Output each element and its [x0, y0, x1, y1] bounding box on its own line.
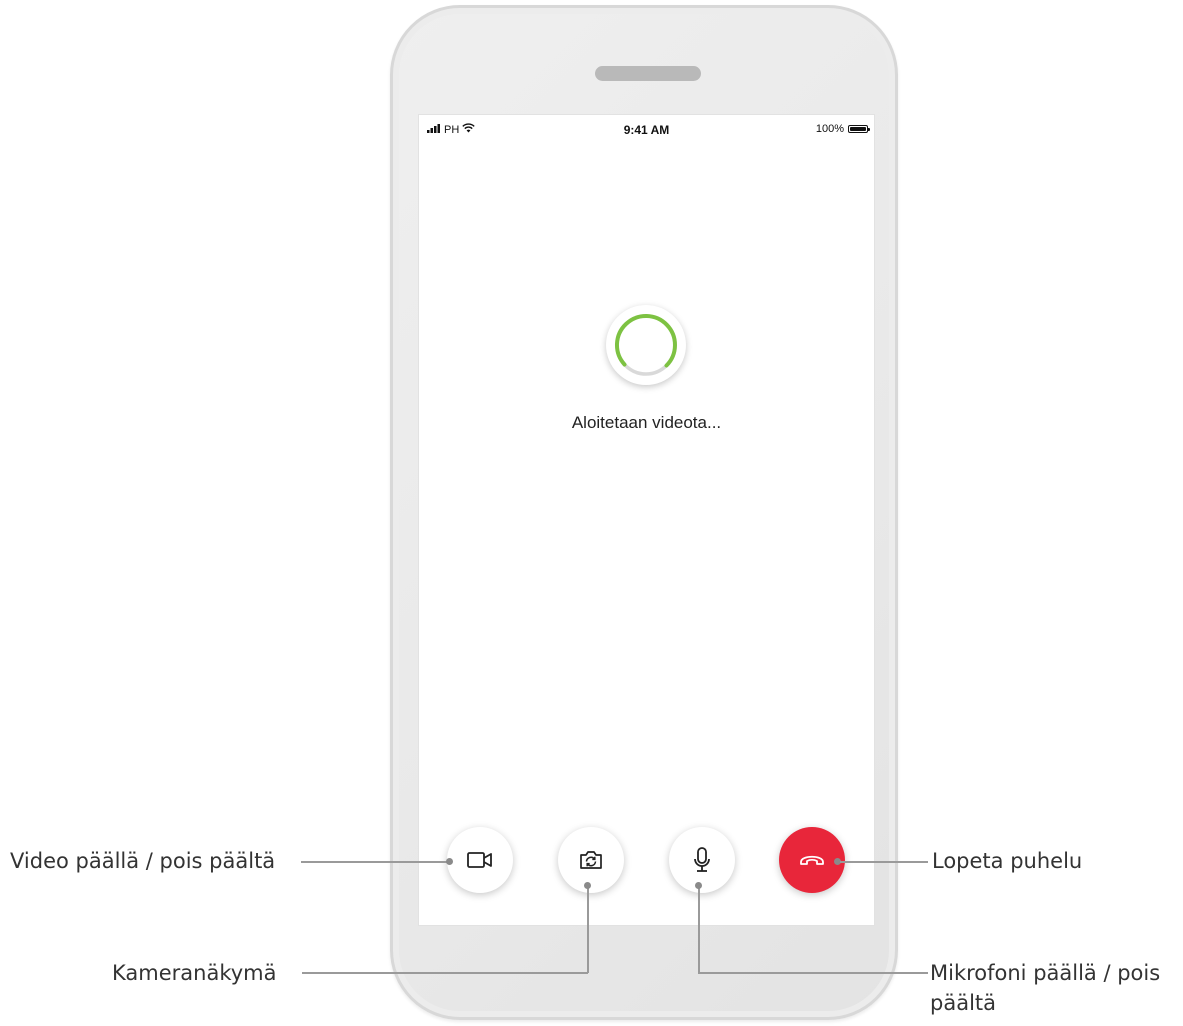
callout-end-line: [840, 861, 928, 863]
callout-mic-line-h: [698, 972, 928, 974]
camera-switch-icon: [580, 851, 602, 869]
camera-switch-button[interactable]: [558, 827, 624, 893]
video-toggle-button[interactable]: [447, 827, 513, 893]
video-camera-icon: [467, 852, 492, 868]
callout-mic-line-v: [698, 886, 700, 973]
callout-video-line: [301, 861, 449, 863]
status-right: 100%: [815, 123, 870, 135]
status-time: 9:41 AM: [623, 123, 670, 137]
microphone-icon: [694, 847, 710, 872]
phone-screen: PH 9:41 AM 100% Aloitetaan videota...: [418, 114, 875, 926]
battery-icon: [848, 125, 870, 133]
callout-mic-label-2: päältä: [930, 991, 997, 1015]
callout-video-dot: [446, 858, 453, 865]
phone-hangup-icon: [800, 855, 824, 865]
callout-camera-dot: [584, 882, 591, 889]
callout-camera-label: Kameranäkymä: [112, 961, 277, 985]
callout-camera-line-h: [302, 972, 588, 974]
microphone-toggle-button[interactable]: [669, 827, 735, 893]
phone-frame: PH 9:41 AM 100% Aloitetaan videota...: [390, 5, 898, 1020]
battery-percent: 100%: [815, 123, 844, 135]
spinner-icon: [614, 314, 677, 376]
phone-speaker: [595, 66, 701, 81]
callout-mic-label-1: Mikrofoni päällä / pois: [930, 961, 1161, 985]
callout-mic-dot: [695, 882, 702, 889]
callout-video-label: Video päällä / pois päältä: [10, 849, 276, 873]
status-bar: PH 9:41 AM 100%: [419, 115, 874, 139]
loading-spinner: [606, 305, 686, 385]
stage: PH 9:41 AM 100% Aloitetaan videota... Vi…: [0, 0, 1183, 1026]
callout-camera-line-v: [587, 886, 589, 973]
callout-end-label: Lopeta puhelu: [932, 849, 1083, 873]
loading-text: Aloitetaan videota...: [571, 413, 722, 432]
